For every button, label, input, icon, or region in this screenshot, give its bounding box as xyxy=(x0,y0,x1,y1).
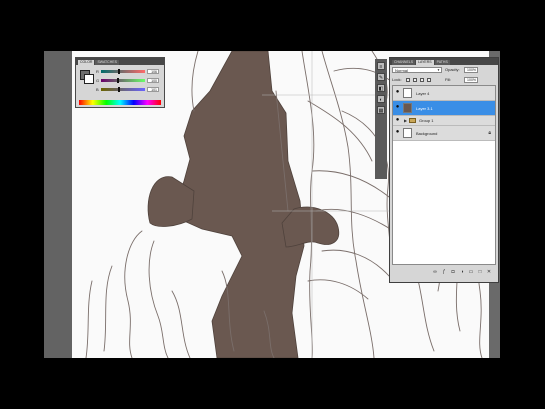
slider-thumb[interactable] xyxy=(117,78,120,83)
new-group-icon[interactable]: ▭ xyxy=(468,269,474,275)
layer-row[interactable]: ● Layer 3.1 xyxy=(393,101,495,116)
workspace-gutter-left xyxy=(44,51,72,358)
channel-value-field[interactable]: 101 xyxy=(147,87,159,92)
layer-name: Group 1 xyxy=(419,118,434,123)
shaded-torso xyxy=(176,51,305,358)
eye-icon[interactable]: ● xyxy=(394,104,401,111)
layer-name: Layer 3.1 xyxy=(416,106,433,111)
slider-thumb[interactable] xyxy=(117,87,120,92)
layers-panel-tabs: CHANNELS LAYERS PATHS xyxy=(390,58,498,65)
folder-icon xyxy=(409,118,416,123)
layer-name: Background xyxy=(416,131,438,136)
layer-lock-controls: Lock: Fill: 100% xyxy=(392,77,496,83)
new-layer-icon[interactable]: □ xyxy=(477,269,483,275)
tab-color[interactable]: COLOR xyxy=(78,60,95,65)
photoshop-workspace: COLOR SWATCHES R 106 G 100 B 101 ≡ ✎ ◧ ◐ ▦ CHANNE… xyxy=(44,51,500,358)
tab-paths[interactable]: PATHS xyxy=(434,60,450,65)
color-channel-row: B 101 xyxy=(96,87,162,92)
layers-panel-footer: ∞ ƒ ◘ ◑ ▭ □ ✕ xyxy=(392,268,496,276)
channel-label: G xyxy=(96,78,100,83)
blend-mode-select[interactable]: Normal ▼ xyxy=(392,67,442,73)
layers-icon[interactable]: ◧ xyxy=(377,84,385,92)
fill-label: Fill: xyxy=(445,77,452,82)
tab-swatches[interactable]: SWATCHES xyxy=(95,60,119,65)
layer-name: Layer 4 xyxy=(416,91,430,96)
channel-label: R xyxy=(96,69,99,74)
color-spectrum-bar[interactable] xyxy=(79,100,161,105)
fill-field[interactable]: 100% xyxy=(464,77,478,83)
mask-icon[interactable]: ◘ xyxy=(450,269,456,275)
channel-value-field[interactable]: 106 xyxy=(147,69,159,74)
link-icon[interactable]: ∞ xyxy=(432,269,438,275)
layer-row[interactable]: ● Background 🔒︎ xyxy=(393,126,495,141)
channel-label: B xyxy=(96,87,99,92)
history-icon[interactable]: ≡ xyxy=(377,62,385,70)
channel-value-field[interactable]: 100 xyxy=(147,78,159,83)
adjustment-layer-icon[interactable]: ◑ xyxy=(459,269,465,275)
chevron-down-icon: ▼ xyxy=(437,68,440,72)
lock-position-toggle[interactable] xyxy=(420,78,424,82)
layer-thumbnail xyxy=(403,103,412,113)
channels-icon[interactable]: ▦ xyxy=(377,106,385,114)
color-panel-tabs: COLOR SWATCHES xyxy=(76,58,164,65)
tab-layers[interactable]: LAYERS xyxy=(416,60,434,65)
color-panel: COLOR SWATCHES R 106 G 100 B 101 xyxy=(75,57,165,108)
background-color-swatch[interactable] xyxy=(84,74,94,84)
channel-slider[interactable] xyxy=(101,69,145,74)
trash-icon[interactable]: ✕ xyxy=(486,269,492,275)
channel-slider[interactable] xyxy=(101,87,145,92)
brush-icon[interactable]: ✎ xyxy=(377,73,385,81)
fx-icon[interactable]: ƒ xyxy=(441,269,447,275)
color-channel-row: R 106 xyxy=(96,69,162,74)
layers-list: ● Layer 4 ● Layer 3.1 ● ▶ Group 1 ● Background 🔒︎ xyxy=(392,85,496,265)
lock-icon: 🔒︎ xyxy=(488,130,491,136)
layer-thumbnail xyxy=(403,128,412,138)
eye-icon[interactable]: ● xyxy=(394,117,401,124)
layer-row[interactable]: ● Layer 4 xyxy=(393,86,495,101)
lock-transparency-toggle[interactable] xyxy=(406,78,410,82)
panel-icon-column: ≡ ✎ ◧ ◐ ▦ xyxy=(375,59,387,179)
blend-mode-value: Normal xyxy=(395,68,408,73)
opacity-label: Opacity: xyxy=(445,67,460,72)
lock-label: Lock: xyxy=(392,77,402,82)
slider-thumb[interactable] xyxy=(118,69,121,74)
eye-icon[interactable]: ● xyxy=(394,129,401,136)
layers-panel: CHANNELS LAYERS PATHS Normal ▼ Opacity: … xyxy=(389,57,499,283)
eye-icon[interactable]: ● xyxy=(394,89,401,96)
tab-channels[interactable]: CHANNELS xyxy=(392,60,416,65)
layer-thumbnail xyxy=(403,88,412,98)
lock-pixels-toggle[interactable] xyxy=(413,78,417,82)
layer-row[interactable]: ● ▶ Group 1 xyxy=(393,116,495,126)
lock-all-toggle[interactable] xyxy=(427,78,431,82)
channel-slider[interactable] xyxy=(101,78,145,83)
layer-blend-controls: Normal ▼ Opacity: 100% xyxy=(392,67,496,74)
disclosure-triangle-icon[interactable]: ▶ xyxy=(404,117,407,124)
adjust-icon[interactable]: ◐ xyxy=(377,95,385,103)
opacity-field[interactable]: 100% xyxy=(464,67,478,73)
color-channel-row: G 100 xyxy=(96,78,162,83)
shaded-hand xyxy=(281,206,340,248)
